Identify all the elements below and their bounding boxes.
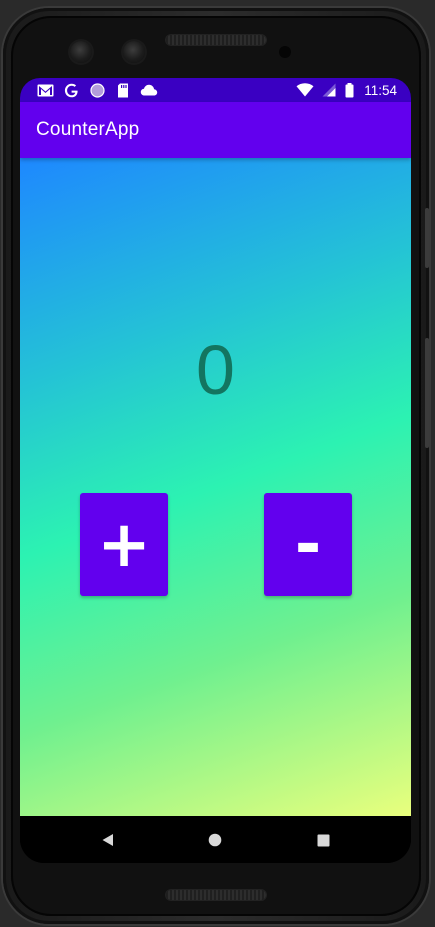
- proximity-sensor: [279, 46, 291, 58]
- home-icon[interactable]: [205, 830, 225, 850]
- counter-value: 0: [196, 331, 235, 409]
- google-icon: [62, 82, 80, 98]
- circle-app-icon: [88, 82, 106, 98]
- decrement-button[interactable]: -: [264, 493, 352, 596]
- wifi-icon: [296, 82, 314, 98]
- recents-icon[interactable]: [313, 830, 333, 850]
- status-time: 11:54: [364, 82, 397, 98]
- status-bar: 11:54: [20, 78, 411, 102]
- sd-card-icon: [114, 82, 132, 98]
- navigation-bar: [20, 816, 411, 863]
- bottom-speaker: [166, 890, 266, 900]
- main-content: 0 + -: [20, 158, 411, 816]
- earpiece-speaker: [166, 35, 266, 45]
- gmail-icon: [36, 82, 54, 98]
- front-sensor-icon: [123, 41, 145, 63]
- cloud-icon: [140, 82, 158, 98]
- app-bar: CounterApp: [20, 102, 411, 158]
- app-title: CounterApp: [36, 119, 140, 140]
- power-button: [425, 338, 429, 448]
- volume-button: [425, 208, 429, 268]
- signal-icon: [320, 82, 338, 98]
- device-screen: 11:54 CounterApp 0 + -: [20, 78, 411, 863]
- back-icon[interactable]: [98, 830, 118, 850]
- battery-icon: [344, 82, 354, 98]
- increment-button[interactable]: +: [80, 493, 168, 596]
- notification-icons: [36, 82, 158, 98]
- front-camera-icon: [70, 41, 92, 63]
- system-icons: 11:54: [296, 82, 397, 98]
